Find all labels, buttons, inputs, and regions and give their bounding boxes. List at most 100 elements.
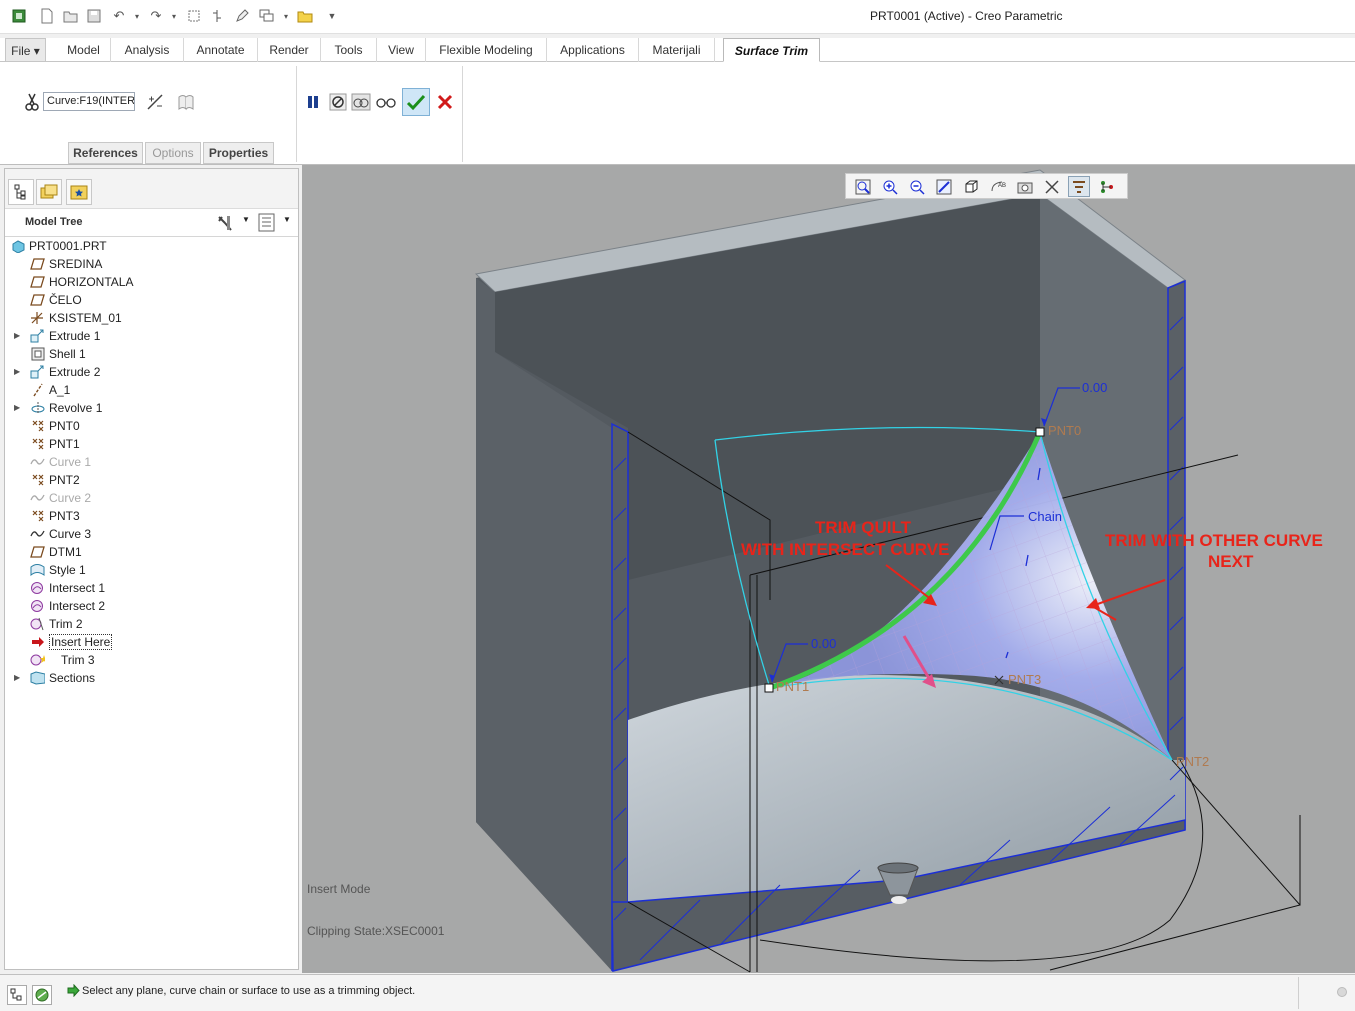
new-icon[interactable] xyxy=(38,7,56,25)
tab-materijali[interactable]: Materijali xyxy=(639,38,715,62)
show-dropdown-icon[interactable]: ▼ xyxy=(283,215,291,224)
tree-item-dtm1[interactable]: DTM1 xyxy=(5,543,295,561)
tree-item-extrude-2[interactable]: ▶ Extrude 2 xyxy=(5,363,295,381)
tab-properties[interactable]: Properties xyxy=(203,142,274,164)
tab-tools[interactable]: Tools xyxy=(321,38,377,62)
zoom-out-icon[interactable] xyxy=(906,176,928,197)
show-list-icon[interactable] xyxy=(258,213,276,236)
tree-item-revolve-1[interactable]: ▶ Revolve 1 xyxy=(5,399,295,417)
tree-item-style-1[interactable]: Style 1 xyxy=(5,561,295,579)
settings-dropdown-icon[interactable]: ▼ xyxy=(242,215,250,224)
saved-orientations-icon[interactable]: AB xyxy=(987,176,1009,197)
perspective-icon[interactable] xyxy=(1041,176,1063,197)
verify-preview-icon[interactable] xyxy=(375,91,397,113)
tab-annotate[interactable]: Annotate xyxy=(184,38,258,62)
thin-trim-icon[interactable] xyxy=(175,91,197,113)
tree-item-curve-2[interactable]: Curve 2 xyxy=(5,489,295,507)
refit-icon[interactable] xyxy=(852,176,874,197)
edit-icon[interactable] xyxy=(233,7,251,25)
pnt1-label[interactable]: PNT1 xyxy=(776,679,809,694)
pnt0-label[interactable]: PNT0 xyxy=(1048,423,1081,438)
tab-surface-trim[interactable]: Surface Trim xyxy=(723,38,820,62)
redo-icon[interactable]: ↷ xyxy=(147,7,165,25)
zoom-in-icon[interactable] xyxy=(879,176,901,197)
trim-object-field[interactable]: Curve:F19(INTERSECT_2) xyxy=(43,92,135,111)
tab-options[interactable]: Options xyxy=(145,142,201,164)
folder-browser-tab-icon[interactable] xyxy=(36,179,62,205)
open-icon[interactable] xyxy=(62,7,80,25)
tree-item-ksistem[interactable]: KSISTEM_01 xyxy=(5,309,295,327)
tab-applications[interactable]: Applications xyxy=(547,38,639,62)
tree-item-horizontala[interactable]: HORIZONTALA xyxy=(5,273,295,291)
tab-references[interactable]: References xyxy=(68,142,143,164)
tree-item-intersect-1[interactable]: Intersect 1 xyxy=(5,579,295,597)
regen-manager-icon[interactable] xyxy=(208,7,226,25)
tree-item-label: Shell 1 xyxy=(49,347,86,361)
tab-render[interactable]: Render xyxy=(258,38,321,62)
settings-tools-icon[interactable] xyxy=(215,213,235,236)
tree-item-extrude-1[interactable]: ▶ Extrude 1 xyxy=(5,327,295,345)
undo-dropdown-icon[interactable]: ▾ xyxy=(128,7,146,25)
chain-label[interactable]: Chain xyxy=(1028,509,1062,524)
cancel-x-icon[interactable] xyxy=(434,91,456,113)
expand-arrow-icon[interactable]: ▶ xyxy=(14,327,24,345)
no-preview-icon[interactable] xyxy=(327,91,349,113)
status-indicator-icon xyxy=(1337,987,1347,997)
tree-item-shell-1[interactable]: Shell 1 xyxy=(5,345,295,363)
tree-item-pnt0[interactable]: PNT0 xyxy=(5,417,295,435)
tab-view[interactable]: View xyxy=(377,38,426,62)
windows-dropdown-icon[interactable]: ▾ xyxy=(277,7,295,25)
close-window-icon[interactable] xyxy=(296,7,314,25)
tree-item-intersect-2[interactable]: Intersect 2 xyxy=(5,597,295,615)
tab-file[interactable]: File ▾ xyxy=(5,38,46,62)
tree-item-celo[interactable]: ČELO xyxy=(5,291,295,309)
tab-flexible-modeling[interactable]: Flexible Modeling xyxy=(426,38,547,62)
datum-display-filters-icon[interactable] xyxy=(1068,176,1090,197)
ok-check-icon[interactable] xyxy=(402,88,430,116)
windows-icon[interactable] xyxy=(258,7,276,25)
favorites-tab-icon[interactable] xyxy=(66,179,92,205)
graphics-viewport[interactable]: 0.00 0.00 PNT0 PNT1 PNT2 PNT3 Chain TRIM… xyxy=(302,165,1355,973)
tree-item-trim-2[interactable]: Trim 2 xyxy=(5,615,295,633)
navigator-toggle-icon[interactable] xyxy=(7,985,27,1005)
flip-direction-icon[interactable] xyxy=(144,91,166,113)
annotation-display-icon[interactable] xyxy=(1096,176,1118,197)
tree-item-trim-3[interactable]: Trim 3 xyxy=(5,651,295,669)
tree-item-sredina[interactable]: SREDINA xyxy=(5,255,295,273)
tree-item-pnt1[interactable]: PNT1 xyxy=(5,435,295,453)
repaint-icon[interactable] xyxy=(933,176,955,197)
redo-dropdown-icon[interactable]: ▾ xyxy=(165,7,183,25)
title-bar: ↶ ▾ ↷ ▾ ▾ ▼ PRT0001 (Active) - Creo Para… xyxy=(0,0,1355,34)
tree-item-curve-3[interactable]: Curve 3 xyxy=(5,525,295,543)
tab-analysis[interactable]: Analysis xyxy=(111,38,184,62)
customize-icon[interactable]: ▼ xyxy=(323,7,341,25)
dim-top-label[interactable]: 0.00 xyxy=(1082,380,1107,395)
expand-arrow-icon[interactable]: ▶ xyxy=(14,363,24,381)
model-tree-tab-icon[interactable] xyxy=(8,179,34,205)
tree-item-a1[interactable]: A_1 xyxy=(5,381,295,399)
tree-item-curve-1[interactable]: Curve 1 xyxy=(5,453,295,471)
model-graphics[interactable] xyxy=(302,165,1355,973)
expand-arrow-icon[interactable]: ▶ xyxy=(14,399,24,417)
regenerate-icon[interactable] xyxy=(185,7,203,25)
dim-left-label[interactable]: 0.00 xyxy=(811,636,836,651)
view-manager-icon[interactable] xyxy=(1014,176,1036,197)
browser-toggle-icon[interactable] xyxy=(32,985,52,1005)
tree-item-prt0001[interactable]: PRT0001.PRT xyxy=(5,237,295,255)
attached-preview-icon[interactable] xyxy=(350,91,372,113)
pause-icon[interactable] xyxy=(302,91,324,113)
model-tree-title: Model Tree xyxy=(25,216,83,228)
annotation-next: NEXT xyxy=(1208,552,1254,571)
tree-item-insert-here[interactable]: Insert Here xyxy=(5,633,295,651)
expand-arrow-icon[interactable]: ▶ xyxy=(14,669,24,687)
tree-item-pnt2[interactable]: PNT2 xyxy=(5,471,295,489)
tab-model[interactable]: Model xyxy=(57,38,111,62)
undo-icon[interactable]: ↶ xyxy=(110,7,128,25)
extrude-icon xyxy=(30,365,45,379)
save-icon[interactable] xyxy=(85,7,103,25)
pnt2-label[interactable]: PNT2 xyxy=(1176,754,1209,769)
pnt3-label[interactable]: PNT3 xyxy=(1008,672,1041,687)
tree-item-sections[interactable]: ▶ Sections xyxy=(5,669,295,687)
tree-item-pnt3[interactable]: PNT3 xyxy=(5,507,295,525)
display-style-icon[interactable] xyxy=(960,176,982,197)
